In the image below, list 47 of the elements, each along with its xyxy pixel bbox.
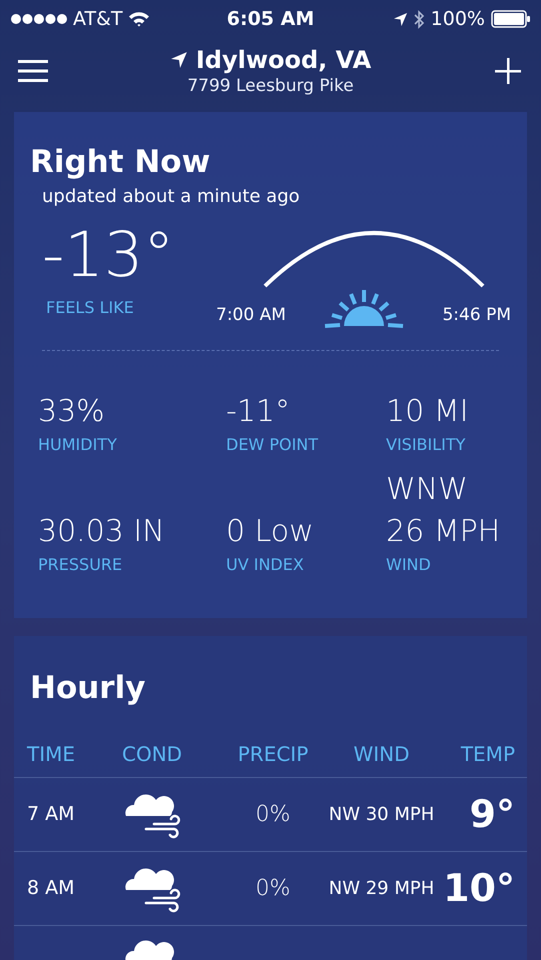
sunrise-icon — [323, 288, 406, 328]
signal-icon — [10, 13, 68, 25]
menu-icon — [18, 60, 48, 82]
detail-label: WIND — [386, 554, 432, 576]
updated-text: updated about a minute ago — [42, 185, 301, 209]
add-button[interactable] — [493, 56, 523, 86]
detail-value: WNW 26 MPH — [386, 471, 502, 551]
temp-value: 10° — [442, 865, 516, 912]
hour-time: 7 AM — [26, 802, 76, 828]
clock-time: 6:05 AM — [226, 6, 314, 32]
feels-like-label: FEELS LIKE — [46, 297, 135, 319]
detail-value: 33% — [38, 393, 106, 431]
detail-value: 0 Low — [226, 513, 315, 551]
detail-label: VISIBILITY — [386, 434, 466, 456]
temperature-value: -13° — [42, 220, 176, 290]
location-arrow-icon — [170, 51, 188, 69]
location-name: Idylwood, VA — [196, 45, 372, 75]
sunset-time: 5:46 PM — [442, 304, 511, 326]
column-header: WIND — [352, 740, 411, 768]
battery-percent: 100% — [430, 6, 485, 32]
column-header: PRECIP — [236, 740, 310, 768]
plus-icon — [495, 58, 521, 84]
carrier-name: AT&T — [73, 6, 123, 32]
precip-value: 0% — [254, 801, 292, 829]
bluetooth-icon — [414, 10, 425, 28]
column-header: TIME — [26, 740, 76, 768]
detail-label: PRESSURE — [38, 554, 124, 576]
detail-label: DEW POINT — [226, 434, 320, 456]
detail-value: -11° — [226, 393, 291, 431]
detail-value: 10 MI — [386, 393, 470, 431]
address-text: 7799 Leesburg Pike — [187, 75, 354, 97]
wind-value: NW 29 MPH — [328, 877, 436, 901]
precip-value: 0% — [254, 875, 292, 903]
detail-label: HUMIDITY — [38, 434, 118, 456]
card-title: Right Now — [30, 144, 212, 180]
wifi-icon — [128, 11, 150, 27]
detail-label: UV INDEX — [226, 554, 305, 576]
location-arrow-icon — [392, 12, 408, 26]
column-header: TEMP — [460, 740, 516, 768]
detail-value: 30.03 IN — [38, 513, 166, 551]
column-header: COND — [121, 740, 184, 768]
hour-time: 8 AM — [26, 876, 76, 902]
card-title: Hourly — [29, 669, 146, 708]
wind-value: NW 30 MPH — [328, 803, 436, 827]
sunrise-time: 7:00 AM — [216, 304, 286, 326]
temp-value: 9° — [468, 791, 516, 838]
battery-icon — [491, 10, 531, 28]
